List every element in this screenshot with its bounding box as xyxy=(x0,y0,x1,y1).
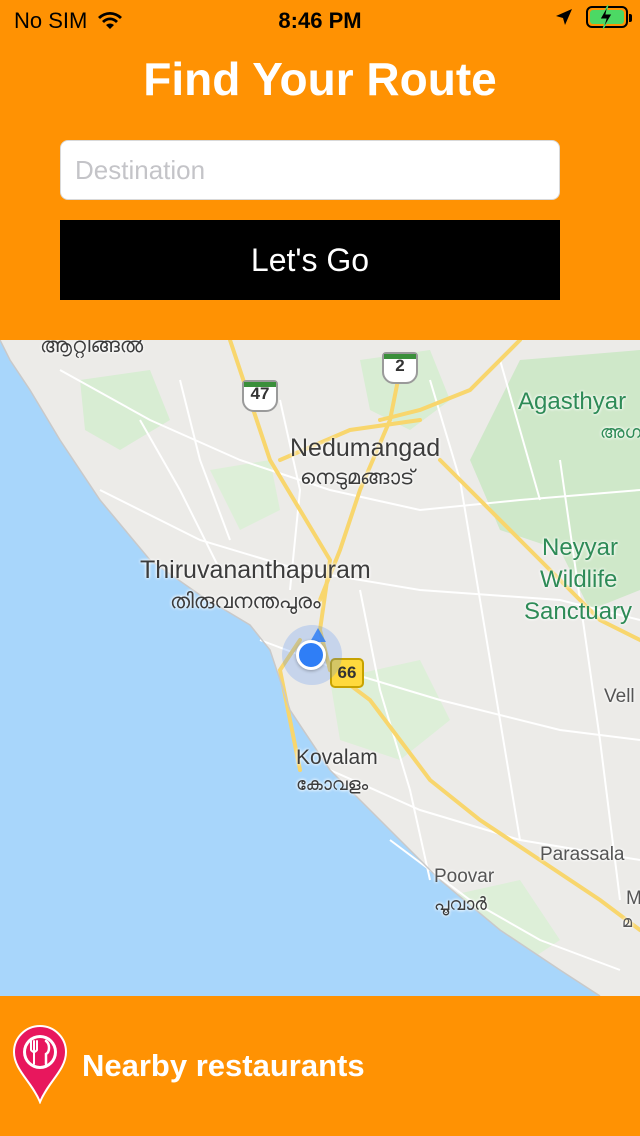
map-label-top-mal: ആറ്റിങ്ങൽ xyxy=(40,340,144,357)
map-label-edge-m-mal: മ xyxy=(622,914,633,931)
status-bar: No SIM 8:46 PM xyxy=(0,0,640,40)
battery-cap xyxy=(629,14,632,22)
map-view[interactable]: ആറ്റിങ്ങൽ Agasthyar അഗ Nedumangad നെടുമങ… xyxy=(0,340,640,996)
current-location-dot xyxy=(296,640,326,670)
map-label-parassala: Parassala xyxy=(540,844,625,865)
map-label-edge-m: M xyxy=(626,888,640,909)
header: No SIM 8:46 PM Find Your Route Destinati… xyxy=(0,0,640,340)
location-arrow-icon xyxy=(556,9,572,25)
map-label-neyyar-1: Neyyar xyxy=(542,534,619,561)
battery-icon xyxy=(586,4,632,30)
map-label-nedumangad-mal: നെടുമങ്ങാട് xyxy=(300,466,415,489)
map-label-neyyar-2: Wildlife xyxy=(540,566,618,593)
destination-input[interactable] xyxy=(60,140,560,200)
route-shield-2: 2 xyxy=(382,352,418,384)
restaurant-pin-icon xyxy=(12,1024,68,1104)
map-label-kovalam-mal: കോവളം xyxy=(296,774,369,794)
page-title: Find Your Route xyxy=(143,53,497,105)
charging-bolt-icon xyxy=(599,4,613,30)
map-label-neyyar-3: Sanctuary xyxy=(524,598,633,625)
map-label-poovar: Poovar xyxy=(434,866,495,887)
map-label-agasthyar-mal: അഗ xyxy=(600,422,640,442)
map-label-nedumangad: Nedumangad xyxy=(290,434,441,462)
lets-go-button[interactable]: Let's Go xyxy=(60,220,560,300)
footer[interactable]: Nearby restaurants xyxy=(0,996,640,1136)
map-label-poovar-mal: പൂവാർ xyxy=(434,894,487,914)
map-label-thiruvananthapuram: Thiruvananthapuram xyxy=(140,556,371,584)
status-right xyxy=(554,4,632,30)
nearby-restaurants-label[interactable]: Nearby restaurants xyxy=(82,1048,365,1084)
app-screen: No SIM 8:46 PM Find Your Route Destinati… xyxy=(0,0,640,1136)
map-label-thiruvananthapuram-mal: തിരുവനന്തപുരം xyxy=(170,590,321,613)
map-label-agasthyar: Agasthyar xyxy=(518,388,627,415)
park-area xyxy=(80,370,170,450)
map-label-vell: Vell xyxy=(604,686,635,707)
status-time: 8:46 PM xyxy=(278,8,362,33)
route-shield-47: 47 xyxy=(242,380,278,412)
map-label-kovalam: Kovalam xyxy=(296,746,378,769)
